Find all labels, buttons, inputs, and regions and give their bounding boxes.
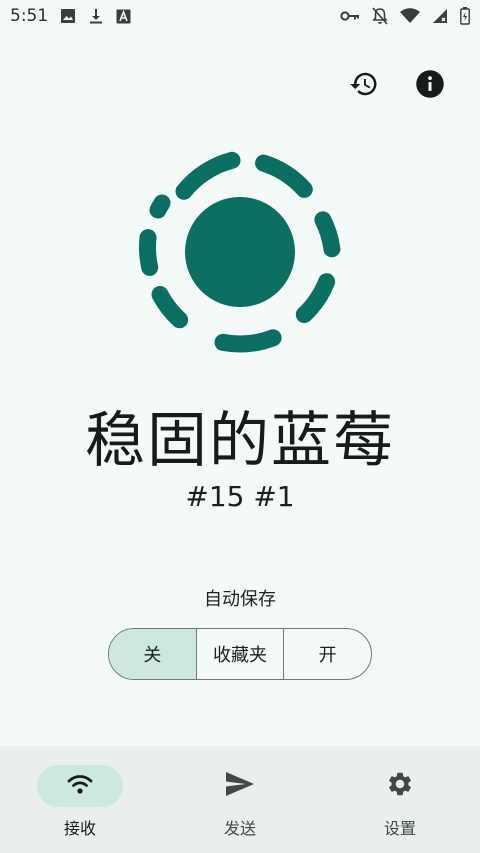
nav-icon-container [197, 765, 283, 807]
status-bar: 5:51 [0, 0, 480, 32]
send-icon [225, 771, 255, 801]
image-icon [60, 8, 76, 24]
nav-item-send[interactable]: 发送 [160, 746, 320, 853]
nav-label-send: 发送 [223, 819, 256, 838]
info-button[interactable] [408, 64, 452, 108]
battery-icon [460, 7, 470, 25]
bottom-navigation: 接收 发送 设置 [0, 746, 480, 853]
top-actions [342, 64, 452, 108]
autosave-option-on[interactable]: 开 [283, 629, 371, 679]
a-box-icon [116, 9, 131, 24]
nav-item-receive[interactable]: 接收 [0, 746, 160, 853]
wifi-icon [400, 8, 420, 24]
device-tag: #15 #1 [185, 480, 295, 513]
autosave-option-favorites[interactable]: 收藏夹 [195, 629, 284, 679]
status-right [340, 7, 470, 25]
nav-indicator [37, 765, 123, 807]
logo-center-dot [185, 197, 295, 307]
nav-label-settings: 设置 [383, 819, 416, 838]
status-left: 5:51 [10, 6, 131, 26]
nav-icon-container [357, 765, 443, 807]
app-logo [136, 148, 344, 356]
history-button[interactable] [342, 64, 386, 108]
bell-off-icon [372, 7, 388, 25]
autosave-segmented-control: 关 收藏夹 开 [108, 628, 372, 680]
autosave-label: 自动保存 [204, 589, 276, 610]
key-icon [340, 10, 360, 22]
gear-icon [386, 770, 414, 802]
download-icon [88, 8, 104, 24]
history-icon [349, 69, 379, 103]
nav-item-settings[interactable]: 设置 [320, 746, 480, 853]
wifi-icon [66, 773, 94, 799]
info-icon [415, 69, 445, 103]
autosave-option-off[interactable]: 关 [109, 629, 196, 679]
nav-label-receive: 接收 [63, 819, 96, 838]
status-time: 5:51 [10, 6, 49, 26]
signal-icon [432, 8, 448, 24]
device-name: 稳固的蓝莓 [85, 406, 395, 476]
